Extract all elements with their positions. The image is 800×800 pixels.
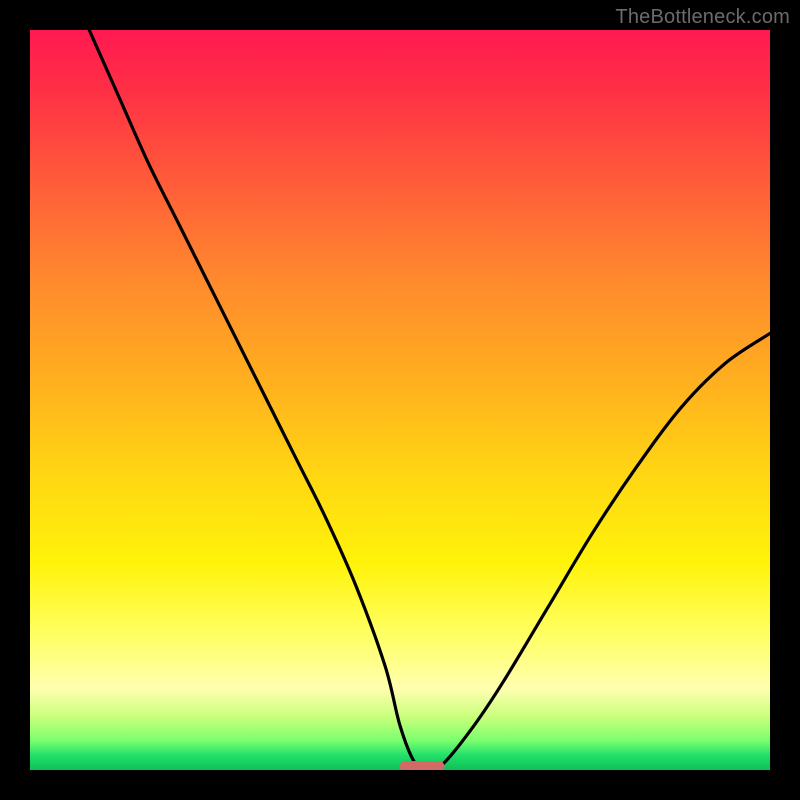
bottleneck-curve [89, 30, 770, 770]
plot-area [30, 30, 770, 770]
bottleneck-curve-svg [30, 30, 770, 770]
chart-frame: TheBottleneck.com [0, 0, 800, 800]
optimal-marker [400, 761, 444, 770]
watermark-text: TheBottleneck.com [615, 6, 790, 29]
